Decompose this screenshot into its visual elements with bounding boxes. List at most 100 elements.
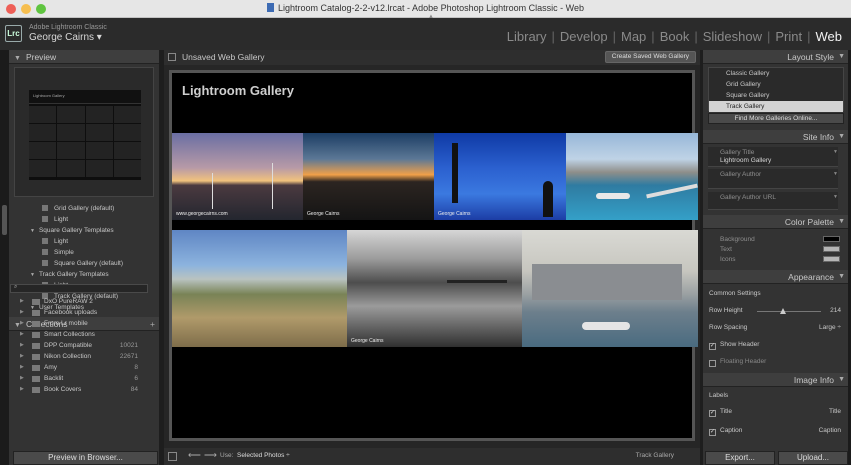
preview-cell [29,160,57,177]
preview-panel-header[interactable]: ▼ Preview [9,50,159,64]
collection-item[interactable]: ▶ DxO PureRAW 2 [0,296,150,307]
upload-button[interactable]: Upload... [778,451,848,465]
site-info-panel-header[interactable]: Site Info ▼ [703,130,848,144]
expand-triangle-icon[interactable]: ▶ [20,340,24,351]
use-label: Use: [220,452,234,459]
template-item[interactable]: Grid Gallery (default) [9,203,159,214]
module-print[interactable]: Print [775,29,802,44]
gallery-author-label: Gallery Author ▼ [720,171,838,178]
person-silhouette [543,181,553,217]
collection-item[interactable]: ▶ Smart Collections [0,329,150,340]
expand-triangle-icon[interactable]: ▶ [20,362,24,373]
arrow-left-icon[interactable]: ⟵ [188,450,201,461]
collection-set-icon [32,310,40,316]
lrc-logo: Lrc [5,25,22,42]
view-square-icon[interactable] [168,452,177,461]
module-slideshow[interactable]: Slideshow [703,29,762,44]
caption-value-dropdown[interactable]: Caption [819,426,841,436]
layout-style-panel-header[interactable]: Layout Style ▼ [703,50,848,64]
collection-item[interactable]: ▶ From Lr mobile [0,318,150,329]
dropdown-arrow-icon[interactable]: ▼ [833,171,838,177]
icons-color-swatch[interactable] [823,256,840,262]
user-name[interactable]: George Cairns ▾ [29,32,102,43]
collection-item[interactable]: ▶ Amy 8 [0,362,150,373]
text-color-swatch[interactable] [823,246,840,252]
find-more-galleries-button[interactable]: Find More Galleries Online... [708,113,844,124]
template-item[interactable]: Light [9,214,159,225]
module-web[interactable]: Web [816,29,843,44]
show-header-checkbox-row[interactable]: ✓ Show Header [709,340,841,350]
add-collection-icon[interactable]: + [150,317,155,331]
image-info-panel-header[interactable]: Image Info ▼ [703,373,848,387]
module-book[interactable]: Book [660,29,690,44]
row-height-value[interactable]: 214 [830,306,841,316]
row-spacing-dropdown[interactable]: Large ÷ [819,323,841,333]
color-palette-panel-header[interactable]: Color Palette ▼ [703,215,848,229]
template-icon [42,248,48,255]
template-icon [42,259,48,266]
arrow-right-icon[interactable]: ⟶ [204,450,217,461]
gallery-photo[interactable] [566,133,698,220]
floating-header-checkbox[interactable]: ✓ [709,360,716,367]
layout-style-item[interactable]: Square Gallery [709,90,843,101]
expand-triangle-icon[interactable]: ▶ [20,307,24,318]
gallery-title-value-text: Lightroom Gallery [720,157,772,164]
create-saved-web-gallery-button[interactable]: Create Saved Web Gallery [604,51,696,63]
collection-item[interactable]: ▶ DPP Compatible 10021 [0,340,150,351]
row-height-control: Row Height 214 [709,306,841,316]
title-checkbox[interactable]: ✓ [709,410,716,417]
show-header-checkbox[interactable]: ✓ [709,343,716,350]
collection-item[interactable]: ▶ Backlit 6 [0,373,150,384]
scroll-thumb[interactable] [2,205,7,235]
expand-triangle-icon[interactable]: ▶ [20,296,24,307]
gallery-photo[interactable] [522,230,698,347]
expand-triangle-icon[interactable]: ▶ [20,351,24,362]
row-height-slider[interactable] [757,308,821,314]
caption-label-row[interactable]: ✓ Caption Caption [709,426,841,436]
gallery-photo[interactable] [172,230,347,347]
collection-item[interactable]: ▶ Nikon Collection 22671 [0,351,150,362]
template-item[interactable]: Simple [9,247,159,258]
module-library[interactable]: Library [507,29,547,44]
expand-triangle-icon[interactable]: ▶ [20,373,24,384]
use-selector[interactable]: Selected Photos ÷ [237,452,290,459]
collections-search-input[interactable]: ⌕ [10,284,148,293]
template-item[interactable]: Square Gallery (default) [9,258,159,269]
gallery-photo[interactable]: www.georgecairns.com [172,133,303,220]
gallery-photo[interactable]: George Cairns [303,133,434,220]
template-item[interactable]: Light [9,236,159,247]
expand-triangle-icon[interactable]: ▶ [20,384,24,395]
floating-header-checkbox-row[interactable]: ✓ Floating Header [709,357,841,367]
appearance-panel-header[interactable]: Appearance ▼ [703,270,848,284]
palette-row-icons: Icons [720,255,840,264]
collection-item[interactable]: ▶ Facebook uploads [0,307,150,318]
title-value-dropdown[interactable]: Title [829,407,841,417]
module-map[interactable]: Map [621,29,646,44]
warship-shape [532,264,682,300]
slider-knob[interactable] [779,308,786,314]
background-color-swatch[interactable] [823,236,840,242]
template-folder[interactable]: ▼ Track Gallery Templates [9,269,159,280]
expand-triangle-icon[interactable]: ▶ [20,329,24,340]
dropdown-arrow-icon[interactable]: ▼ [833,194,838,200]
module-separator: | [612,29,616,44]
expand-triangle-icon[interactable]: ▶ [20,318,24,329]
app-name: Adobe Lightroom Classic [29,24,107,31]
gallery-photo[interactable]: George Cairns [434,133,566,220]
caption-checkbox[interactable]: ✓ [709,429,716,436]
title-label-row[interactable]: ✓ Title Title [709,407,841,417]
left-panel-scrollbar[interactable] [0,50,9,465]
collection-label: Backlit [44,375,64,382]
layout-style-item[interactable]: Classic Gallery [709,68,843,79]
template-name: Track Gallery [635,452,674,459]
wind-turbine-mast [212,173,213,209]
export-button[interactable]: Export... [705,451,775,465]
module-develop[interactable]: Develop [560,29,608,44]
dropdown-arrow-icon[interactable]: ▼ [833,149,838,155]
gallery-photo[interactable]: George Cairns [347,230,522,347]
layout-style-item[interactable]: Grid Gallery [709,79,843,90]
preview-in-browser-button[interactable]: Preview in Browser... [13,451,158,465]
collection-item[interactable]: ▶ Book Covers 84 [0,384,150,395]
template-folder[interactable]: ▼ Square Gallery Templates [9,225,159,236]
layout-style-item[interactable]: Track Gallery [709,101,843,112]
